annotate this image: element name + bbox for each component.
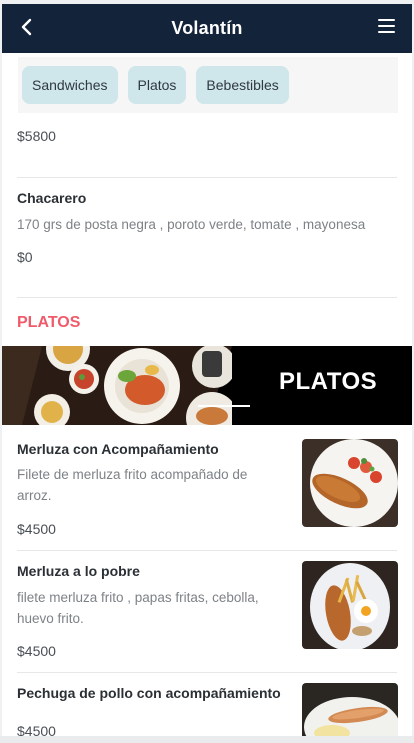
item-description-line: huevo frito. bbox=[17, 611, 84, 626]
app-frame: Volantín Sandwiches Platos Bebestibles $… bbox=[0, 0, 414, 743]
pechuga-photo-image bbox=[302, 683, 398, 736]
hamburger-line bbox=[378, 25, 395, 27]
category-chip-platos[interactable]: Platos bbox=[127, 66, 187, 104]
hamburger-menu-icon bbox=[378, 19, 395, 21]
item-divider bbox=[17, 177, 397, 178]
item-price: $0 bbox=[17, 249, 33, 265]
item-divider bbox=[17, 550, 397, 551]
item-description: Filete de merluza frito acompañado de ar… bbox=[17, 464, 247, 506]
back-button[interactable] bbox=[16, 16, 38, 38]
item-title: Merluza a lo pobre bbox=[17, 563, 140, 579]
item-description: 170 grs de posta negra , poroto verde, t… bbox=[17, 217, 366, 232]
category-tabs: Sandwiches Platos Bebestibles bbox=[18, 57, 398, 113]
merluza-pobre-photo-image bbox=[302, 561, 398, 649]
item-divider bbox=[17, 672, 397, 673]
dish-photo bbox=[302, 439, 398, 527]
category-chip-bebestibles[interactable]: Bebestibles bbox=[196, 66, 289, 104]
chevron-left-icon bbox=[21, 18, 32, 36]
bottom-edge bbox=[0, 736, 414, 743]
dish-photo bbox=[302, 683, 398, 736]
merluza-photo-image bbox=[302, 439, 398, 527]
banner-underline bbox=[198, 405, 250, 407]
item-title: Chacarero bbox=[17, 190, 87, 206]
platos-banner: PLATOS bbox=[2, 346, 412, 425]
page-title: Volantín bbox=[171, 18, 243, 38]
food-photo-image bbox=[2, 346, 232, 425]
item-divider bbox=[17, 297, 397, 298]
item-title: Merluza con Acompañamiento bbox=[17, 441, 219, 457]
hamburger-menu-button[interactable] bbox=[378, 17, 398, 35]
app-screen: Volantín Sandwiches Platos Bebestibles $… bbox=[2, 4, 412, 736]
top-bar: Volantín bbox=[2, 4, 412, 53]
hamburger-line bbox=[378, 31, 395, 33]
section-title-platos: PLATOS bbox=[17, 314, 81, 331]
item-description-line: Filete de merluza frito acompañado de bbox=[17, 467, 248, 482]
category-chip-sandwiches[interactable]: Sandwiches bbox=[22, 66, 118, 104]
item-description-line: arroz. bbox=[17, 488, 52, 503]
item-description: filete merluza frito , papas fritas, ceb… bbox=[17, 587, 259, 629]
item-title: Pechuga de pollo con acompañamiento bbox=[17, 685, 281, 701]
item-price: $5800 bbox=[17, 128, 56, 144]
dish-photo bbox=[302, 561, 398, 649]
item-price: $4500 bbox=[17, 723, 56, 736]
item-price: $4500 bbox=[17, 643, 56, 659]
item-description-line: filete merluza frito , papas fritas, ceb… bbox=[17, 590, 259, 605]
banner-title: PLATOS bbox=[279, 368, 378, 395]
item-price: $4500 bbox=[17, 521, 56, 537]
